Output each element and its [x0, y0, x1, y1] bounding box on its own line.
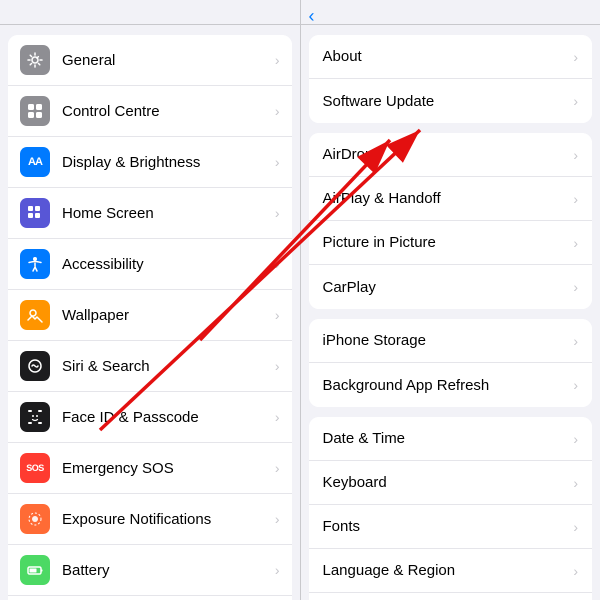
- accessibility-icon: [20, 249, 50, 279]
- faceid-chevron-icon: ›: [275, 409, 280, 425]
- exposure-chevron-icon: ›: [275, 511, 280, 527]
- left-item-general[interactable]: General›: [8, 35, 292, 86]
- right-chevron-airplay-icon: ›: [573, 191, 578, 207]
- right-item-fonts[interactable]: Fonts›: [309, 505, 593, 549]
- general-settings-list: About›Software Update›AirDrop›AirPlay & …: [301, 25, 600, 600]
- left-panel: General›Control Centre›AADisplay & Brigh…: [0, 0, 300, 600]
- wallpaper-chevron-icon: ›: [275, 307, 280, 323]
- right-chevron-keyboard-icon: ›: [573, 475, 578, 491]
- right-item-airplay[interactable]: AirPlay & Handoff›: [309, 177, 593, 221]
- left-item-wallpaper[interactable]: Wallpaper›: [8, 290, 292, 341]
- faceid-label: Face ID & Passcode: [62, 409, 275, 426]
- right-chevron-about-icon: ›: [573, 49, 578, 65]
- right-label-picture: Picture in Picture: [323, 234, 574, 251]
- control-centre-chevron-icon: ›: [275, 103, 280, 119]
- wallpaper-label: Wallpaper: [62, 307, 275, 324]
- display-icon: AA: [20, 147, 50, 177]
- siri-label: Siri & Search: [62, 358, 275, 375]
- right-chevron-software-update-icon: ›: [573, 93, 578, 109]
- right-group-3: Date & Time›Keyboard›Fonts›Language & Re…: [309, 417, 593, 600]
- siri-chevron-icon: ›: [275, 358, 280, 374]
- general-chevron-icon: ›: [275, 52, 280, 68]
- general-icon: [20, 45, 50, 75]
- left-item-privacy[interactable]: Privacy›: [8, 596, 292, 600]
- right-label-bg-refresh: Background App Refresh: [323, 377, 574, 394]
- display-label: Display & Brightness: [62, 154, 275, 171]
- sos-chevron-icon: ›: [275, 460, 280, 476]
- left-item-siri[interactable]: Siri & Search›: [8, 341, 292, 392]
- battery-icon: [20, 555, 50, 585]
- right-item-date-time[interactable]: Date & Time›: [309, 417, 593, 461]
- faceid-icon: [20, 402, 50, 432]
- right-item-iphone-storage[interactable]: iPhone Storage›: [309, 319, 593, 363]
- right-item-carplay[interactable]: CarPlay›: [309, 265, 593, 309]
- homescreen-label: Home Screen: [62, 205, 275, 222]
- left-item-battery[interactable]: Battery›: [8, 545, 292, 596]
- left-item-control-centre[interactable]: Control Centre›: [8, 86, 292, 137]
- left-item-homescreen[interactable]: Home Screen›: [8, 188, 292, 239]
- right-label-carplay: CarPlay: [323, 279, 574, 296]
- left-item-display[interactable]: AA Display & Brightness›: [8, 137, 292, 188]
- left-panel-header: [0, 0, 300, 25]
- right-chevron-fonts-icon: ›: [573, 519, 578, 535]
- right-chevron-airdrop-icon: ›: [573, 147, 578, 163]
- right-item-software-update[interactable]: Software Update›: [309, 79, 593, 123]
- left-item-faceid[interactable]: Face ID & Passcode›: [8, 392, 292, 443]
- display-chevron-icon: ›: [275, 154, 280, 170]
- homescreen-chevron-icon: ›: [275, 205, 280, 221]
- right-group-0: About›Software Update›: [309, 35, 593, 123]
- right-chevron-date-time-icon: ›: [573, 431, 578, 447]
- left-item-exposure[interactable]: Exposure Notifications›: [8, 494, 292, 545]
- right-chevron-bg-refresh-icon: ›: [573, 377, 578, 393]
- right-label-iphone-storage: iPhone Storage: [323, 332, 574, 349]
- back-button[interactable]: ‹: [309, 6, 317, 27]
- right-chevron-picture-icon: ›: [573, 235, 578, 251]
- right-chevron-iphone-storage-icon: ›: [573, 333, 578, 349]
- right-label-about: About: [323, 48, 574, 65]
- accessibility-label: Accessibility: [62, 256, 275, 273]
- right-chevron-carplay-icon: ›: [573, 279, 578, 295]
- siri-icon: [20, 351, 50, 381]
- accessibility-chevron-icon: ›: [275, 256, 280, 272]
- left-item-sos[interactable]: SOS Emergency SOS›: [8, 443, 292, 494]
- control-centre-label: Control Centre: [62, 103, 275, 120]
- right-item-dictionary[interactable]: Dictionary›: [309, 593, 593, 600]
- right-label-date-time: Date & Time: [323, 430, 574, 447]
- back-chevron-icon: ‹: [309, 6, 315, 27]
- right-label-airdrop: AirDrop: [323, 146, 574, 163]
- wallpaper-icon: [20, 300, 50, 330]
- left-group-1: General›Control Centre›AADisplay & Brigh…: [8, 35, 292, 600]
- right-group-2: iPhone Storage›Background App Refresh›: [309, 319, 593, 407]
- exposure-icon: [20, 504, 50, 534]
- right-item-bg-refresh[interactable]: Background App Refresh›: [309, 363, 593, 407]
- right-item-about[interactable]: About›: [309, 35, 593, 79]
- right-label-language: Language & Region: [323, 562, 574, 579]
- right-item-picture[interactable]: Picture in Picture›: [309, 221, 593, 265]
- left-item-accessibility[interactable]: Accessibility›: [8, 239, 292, 290]
- settings-list: General›Control Centre›AADisplay & Brigh…: [0, 25, 300, 600]
- right-label-software-update: Software Update: [323, 93, 574, 110]
- homescreen-icon: [20, 198, 50, 228]
- right-item-language[interactable]: Language & Region›: [309, 549, 593, 593]
- right-group-1: AirDrop›AirPlay & Handoff›Picture in Pic…: [309, 133, 593, 309]
- right-panel: ‹ About›Software Update›AirDrop›AirPlay …: [301, 0, 600, 600]
- right-label-keyboard: Keyboard: [323, 474, 574, 491]
- right-chevron-language-icon: ›: [573, 563, 578, 579]
- right-label-fonts: Fonts: [323, 518, 574, 535]
- battery-label: Battery: [62, 562, 275, 579]
- exposure-label: Exposure Notifications: [62, 511, 275, 528]
- control-centre-icon: [20, 96, 50, 126]
- right-item-airdrop[interactable]: AirDrop›: [309, 133, 593, 177]
- battery-chevron-icon: ›: [275, 562, 280, 578]
- right-item-keyboard[interactable]: Keyboard›: [309, 461, 593, 505]
- sos-icon: SOS: [20, 453, 50, 483]
- general-label: General: [62, 52, 275, 69]
- sos-label: Emergency SOS: [62, 460, 275, 477]
- right-panel-header: ‹: [301, 0, 600, 25]
- right-label-airplay: AirPlay & Handoff: [323, 190, 574, 207]
